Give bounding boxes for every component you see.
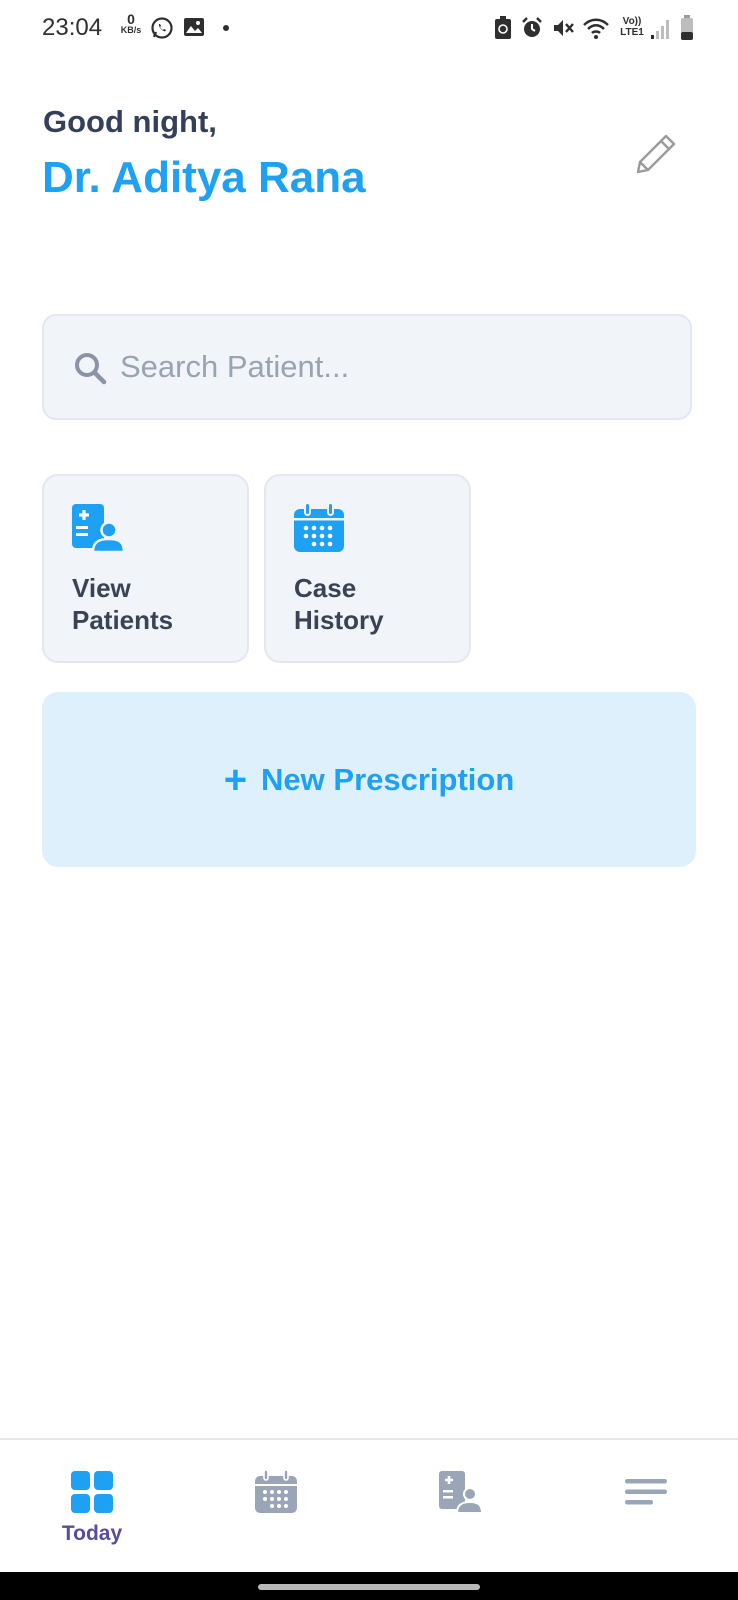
gallery-icon: [184, 18, 204, 36]
network-label: Vo)) LTE1: [618, 16, 646, 38]
app-screen: 23:04 0 KB/s Vo)) LTE1 Good night, Dr. A…: [0, 0, 738, 1600]
greeting-text: Good night,: [43, 104, 217, 139]
data-speed-value: 0: [127, 11, 135, 27]
wifi-icon: [583, 18, 609, 39]
signal-icon: [651, 20, 669, 39]
calendar-icon: [294, 502, 344, 552]
view-patients-label-line1: View: [72, 573, 131, 603]
whatsapp-icon: [151, 17, 173, 39]
data-speed-indicator: 0 KB/s: [118, 12, 144, 35]
view-patients-tile[interactable]: View Patients: [42, 474, 249, 663]
nav-tab-patients[interactable]: [400, 1440, 520, 1574]
nav-tab-calendar[interactable]: [216, 1440, 336, 1574]
system-navigation-bar: [0, 1572, 738, 1600]
mute-icon: [554, 20, 574, 36]
status-bar: 23:04 0 KB/s Vo)) LTE1: [0, 0, 738, 58]
case-history-label: Case History: [294, 572, 384, 636]
case-history-tile[interactable]: Case History: [264, 474, 471, 663]
patient-card-icon: [72, 504, 124, 554]
bottom-nav: Today: [0, 1438, 738, 1572]
new-prescription-button[interactable]: + New Prescription: [42, 692, 696, 867]
nav-tab-menu[interactable]: [586, 1440, 706, 1574]
patient-card-icon: [439, 1471, 482, 1514]
dashboard-grid-icon: [71, 1471, 113, 1513]
network-label-bottom: LTE1: [620, 27, 644, 38]
nav-tab-today-label: Today: [61, 1522, 123, 1545]
plus-icon: +: [223, 757, 248, 802]
new-prescription-label: New Prescription: [261, 761, 515, 797]
view-patients-label: View Patients: [72, 572, 173, 636]
data-speed-unit: KB/s: [120, 25, 142, 35]
doctor-name: Dr. Aditya Rana: [42, 153, 366, 202]
alarm-icon: [522, 17, 542, 37]
pencil-icon[interactable]: [630, 130, 680, 180]
menu-icon: [625, 1479, 667, 1505]
search-input[interactable]: [120, 344, 660, 390]
dot-icon: [223, 25, 229, 31]
home-gesture-handle[interactable]: [258, 1584, 480, 1590]
search-bar[interactable]: [42, 314, 692, 420]
case-history-label-line1: Case: [294, 573, 357, 603]
case-history-label-line2: History: [294, 605, 384, 635]
battery-icon: [681, 15, 693, 40]
network-label-top: Vo)): [622, 16, 642, 27]
calendar-icon: [255, 1470, 297, 1513]
status-time: 23:04: [42, 14, 103, 41]
view-patients-label-line2: Patients: [72, 605, 174, 635]
nav-tab-today[interactable]: Today: [32, 1440, 152, 1574]
search-icon: [75, 353, 107, 385]
battery-saver-icon: [495, 16, 511, 39]
